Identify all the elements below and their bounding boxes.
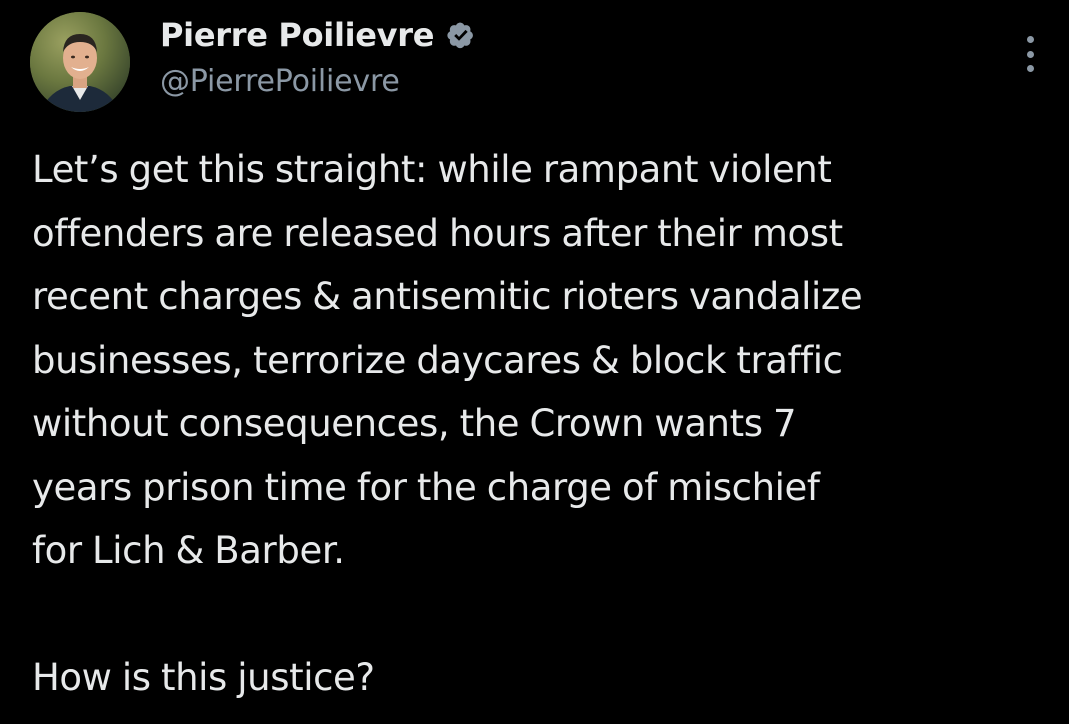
more-dot [1026, 65, 1034, 72]
tweet-card: Pierre Poilievre @PierrePoilievre Let’s … [0, 0, 1069, 724]
more-vertical-icon[interactable] [1025, 36, 1035, 72]
author-handle[interactable]: @PierrePoilievre [160, 62, 478, 102]
name-row: Pierre Poilievre [160, 14, 478, 56]
more-dot [1026, 36, 1034, 43]
more-dot [1026, 50, 1034, 58]
tweet-text: Let’s get this straight: while rampant v… [32, 148, 863, 699]
avatar-image-icon [30, 12, 130, 112]
tweet-header: Pierre Poilievre @PierrePoilievre [160, 14, 478, 102]
verified-badge-icon[interactable] [444, 18, 478, 52]
author-avatar[interactable] [30, 12, 130, 112]
author-display-name[interactable]: Pierre Poilievre [160, 14, 434, 56]
